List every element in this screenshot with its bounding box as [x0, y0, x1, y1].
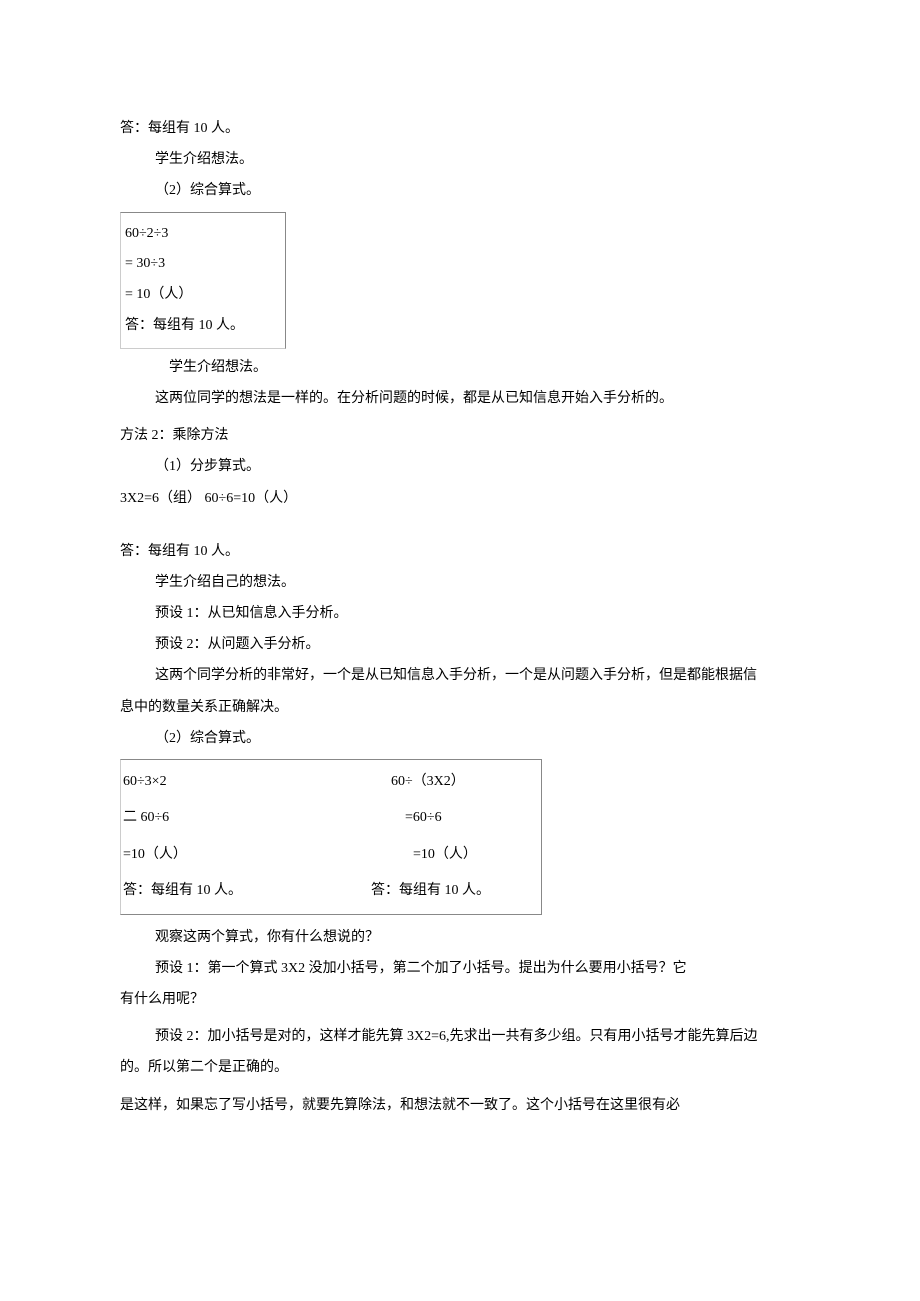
table-row: =10（人） =10（人）	[121, 837, 541, 873]
step-expression-label: （1）分步算式。	[120, 454, 800, 479]
calc-answer-left: 答：每组有 10 人。	[121, 873, 353, 909]
analysis-para-a: 这两个同学分析的非常好，一个是从已知信息入手分析，一个是从问题入手分析，但是都能…	[120, 663, 800, 688]
calc-answer-right: 答：每组有 10 人。	[353, 873, 541, 909]
student-intro: 学生介绍自己的想法。	[120, 570, 800, 595]
student-intro: 学生介绍想法。	[120, 147, 800, 172]
calc-left: 二 60÷6	[121, 800, 353, 836]
calc-line: = 10（人）	[125, 280, 281, 311]
calc-left: 60÷3×2	[121, 764, 353, 800]
preset-2: 预设 2：从问题入手分析。	[120, 632, 800, 657]
combined-expression-label: （2）综合算式。	[120, 726, 800, 751]
answer-line: 答：每组有 10 人。	[120, 116, 800, 141]
observe-question: 观察这两个算式，你有什么想说的？	[120, 925, 800, 950]
preset-2-text-a: 预设 2：加小括号是对的，这样才能先算 3X2=6,先求出一共有多少组。只有用小…	[120, 1024, 800, 1049]
analysis-text: 这两位同学的想法是一样的。在分析问题的时候，都是从已知信息开始入手分析的。	[120, 386, 800, 411]
analysis-para-b: 息中的数量关系正确解决。	[120, 695, 800, 720]
conclusion-text: 是这样，如果忘了写小括号，就要先算除法，和想法就不一致了。这个小括号在这里很有必	[120, 1093, 800, 1118]
calculation-box-1: 60÷2÷3 = 30÷3 = 10（人） 答：每组有 10 人。	[120, 212, 286, 349]
preset-2-text-b: 的。所以第二个是正确的。	[120, 1055, 800, 1080]
method-2-heading: 方法 2：乘除方法	[120, 423, 800, 448]
equation-line: 3X2=6（组） 60÷6=10（人）	[120, 486, 800, 511]
combined-expression-label: （2）综合算式。	[120, 178, 800, 203]
calc-right: =60÷6	[353, 800, 541, 836]
document-page: 答：每组有 10 人。 学生介绍想法。 （2）综合算式。 60÷2÷3 = 30…	[0, 0, 920, 1301]
calc-line: = 30÷3	[125, 249, 281, 280]
calc-line: 60÷2÷3	[125, 219, 281, 250]
calc-left: =10（人）	[121, 837, 353, 873]
table-row: 60÷3×2 60÷（3X2）	[121, 764, 541, 800]
student-intro: 学生介绍想法。	[120, 355, 800, 380]
calc-answer: 答：每组有 10 人。	[125, 311, 281, 342]
calc-right: =10（人）	[353, 837, 541, 873]
preset-1: 预设 1：从已知信息入手分析。	[120, 601, 800, 626]
calc-right: 60÷（3X2）	[353, 764, 541, 800]
table-row: 二 60÷6 =60÷6	[121, 800, 541, 836]
continuation-text: 有什么用呢？	[120, 987, 800, 1012]
answer-line: 答：每组有 10 人。	[120, 539, 800, 564]
table-row: 答：每组有 10 人。 答：每组有 10 人。	[121, 873, 541, 909]
calculation-box-2: 60÷3×2 60÷（3X2） 二 60÷6 =60÷6 =10（人） =10（…	[120, 759, 542, 915]
preset-1-text: 预设 1：第一个算式 3X2 没加小括号，第二个加了小括号。提出为什么要用小括号…	[120, 956, 800, 981]
